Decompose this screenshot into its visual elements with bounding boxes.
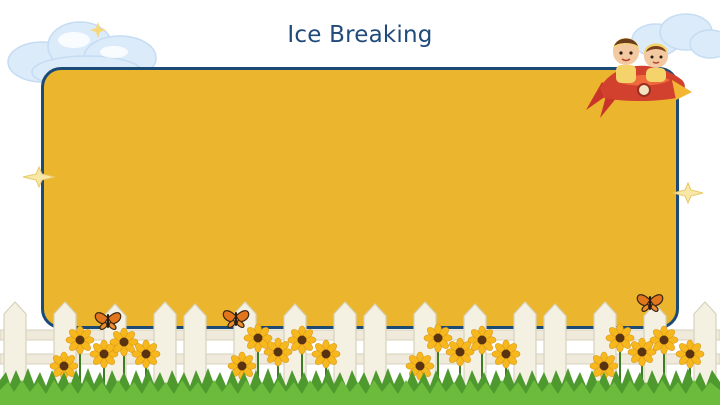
slide-canvas: Ice Breaking [0,0,720,405]
garden-border [0,294,720,405]
kids-rocket [586,38,692,118]
sparkle-left-icon [22,165,56,189]
sparkle-right-icon [672,181,704,205]
